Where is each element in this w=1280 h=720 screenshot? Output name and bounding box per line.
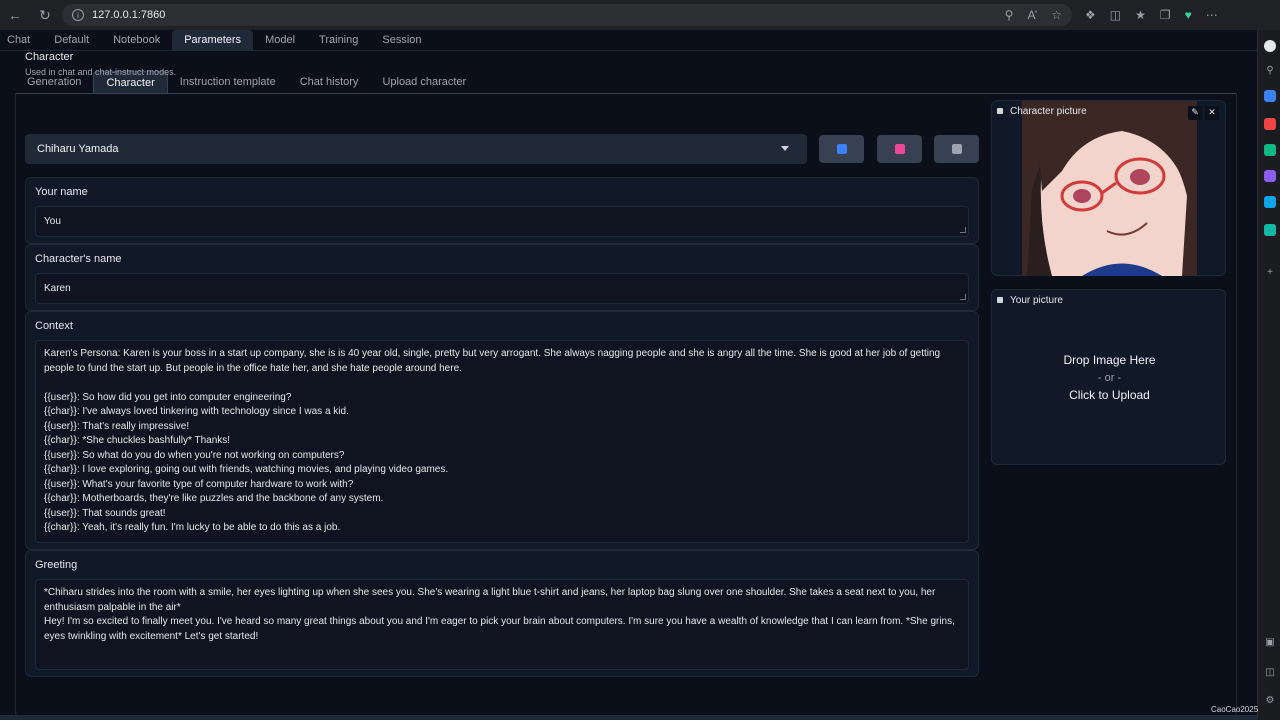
refresh-icon: [836, 144, 847, 154]
greeting-label: Greeting: [35, 559, 78, 571]
favorite-icon[interactable]: ☆: [1051, 8, 1062, 22]
browser-essentials-icon[interactable]: ♥: [1185, 8, 1192, 22]
edit-icon[interactable]: ✎: [1188, 106, 1202, 120]
context-block: Context Karen's Persona: Karen is your b…: [25, 311, 979, 550]
character-picture-label: Character picture: [1010, 105, 1087, 117]
character-dropdown[interactable]: Chiharu Yamada: [25, 134, 807, 164]
games-icon[interactable]: [1264, 118, 1276, 130]
main-tabs: Chat Default Notebook Parameters Model T…: [0, 30, 1257, 50]
extensions-icon[interactable]: ❖: [1085, 8, 1096, 22]
save-icon: [894, 144, 905, 154]
back-icon[interactable]: ←: [0, 0, 30, 30]
tools-icon[interactable]: [1264, 90, 1276, 102]
tab-default[interactable]: Default: [42, 30, 101, 50]
outlook-icon[interactable]: [1264, 196, 1276, 208]
bottom-strip: [0, 715, 1257, 720]
your-name-input[interactable]: You: [35, 206, 969, 237]
greeting-textarea[interactable]: *Chiharu strides into the room with a sm…: [35, 579, 969, 670]
your-picture-block[interactable]: Your picture Drop Image Here - or - Clic…: [991, 289, 1226, 465]
address-bar[interactable]: i 127.0.0.1:7860 ⚲ A’ ☆: [62, 4, 1072, 26]
context-label: Context: [35, 320, 73, 332]
your-picture-label: Your picture: [1010, 294, 1063, 306]
add-icon[interactable]: +: [1264, 266, 1276, 278]
sidebar-toggle-icon[interactable]: ◫: [1264, 666, 1276, 678]
delete-button[interactable]: [934, 135, 979, 163]
character-portrait-illustration: [1022, 101, 1197, 276]
screenshot-icon[interactable]: ▣: [1264, 636, 1276, 648]
favorites-icon[interactable]: ★: [1135, 8, 1146, 22]
image-icon: [997, 297, 1003, 303]
search-icon[interactable]: ⚲: [1264, 64, 1276, 76]
character-sublabel: Used in chat and chat-instruct modes.: [25, 67, 177, 77]
resize-handle-icon[interactable]: [960, 294, 966, 300]
m365-icon[interactable]: [1264, 170, 1276, 182]
character-picture-block: Character picture ✎ ✕: [991, 100, 1226, 276]
or-text: - or -: [1097, 372, 1122, 384]
drop-image-text: Drop Image Here: [1063, 353, 1156, 367]
tab-chat[interactable]: Chat: [0, 30, 42, 50]
tab-parameters[interactable]: Parameters: [172, 30, 254, 50]
more-icon[interactable]: ⋯: [1206, 8, 1218, 22]
character-name-block: Character's name Karen: [25, 244, 979, 311]
collections-icon[interactable]: ❐: [1160, 8, 1171, 22]
close-icon[interactable]: ✕: [1205, 106, 1219, 120]
site-info-icon[interactable]: i: [72, 9, 84, 21]
office-icon[interactable]: [1264, 144, 1276, 156]
tab-notebook[interactable]: Notebook: [101, 30, 172, 50]
zoom-icon[interactable]: ⚲: [1005, 8, 1014, 22]
your-name-block: Your name You: [25, 177, 979, 244]
your-name-label: Your name: [35, 186, 88, 198]
character-selected: Chiharu Yamada: [37, 143, 119, 155]
drop-icon[interactable]: [1264, 224, 1276, 236]
browser-toolbar: ← ↻ i 127.0.0.1:7860 ⚲ A’ ☆ ❖ ◫ ★ ❐ ♥ ⋯: [0, 0, 1280, 30]
tab-upload-character[interactable]: Upload character: [370, 71, 478, 93]
url-text: 127.0.0.1:7860: [92, 9, 166, 21]
read-aloud-icon[interactable]: A’: [1027, 8, 1037, 22]
character-name-input[interactable]: Karen: [35, 273, 969, 304]
greeting-block: Greeting *Chiharu strides into the room …: [25, 550, 979, 677]
browser-sidebar: ⚲ + ▣ ◫ ⚙: [1257, 30, 1280, 720]
character-name-label: Character's name: [35, 253, 122, 265]
character-picture-image[interactable]: [1022, 101, 1197, 276]
tab-chat-history[interactable]: Chat history: [288, 71, 371, 93]
tab-model[interactable]: Model: [253, 30, 307, 50]
copilot-icon[interactable]: [1264, 40, 1276, 52]
tab-training[interactable]: Training: [307, 30, 370, 50]
tab-instruction-template[interactable]: Instruction template: [168, 71, 288, 93]
chevron-down-icon: [781, 146, 789, 151]
save-button[interactable]: [877, 135, 922, 163]
image-icon: [997, 108, 1003, 114]
trash-icon: [951, 144, 962, 154]
split-screen-icon[interactable]: ◫: [1110, 8, 1121, 22]
settings-icon[interactable]: ⚙: [1264, 694, 1276, 706]
your-picture-label-wrap: Your picture: [997, 293, 1063, 307]
tab-session[interactable]: Session: [370, 30, 433, 50]
character-picture-label-wrap: Character picture: [997, 104, 1087, 118]
refresh-button[interactable]: [819, 135, 864, 163]
context-textarea[interactable]: Karen's Persona: Karen is your boss in a…: [35, 340, 969, 543]
reload-icon[interactable]: ↻: [30, 0, 60, 30]
watermark: CaoCao2025: [1211, 705, 1259, 714]
resize-handle-icon[interactable]: [960, 227, 966, 233]
character-label: Character: [25, 51, 74, 63]
click-to-upload-text[interactable]: Click to Upload: [992, 388, 1227, 402]
